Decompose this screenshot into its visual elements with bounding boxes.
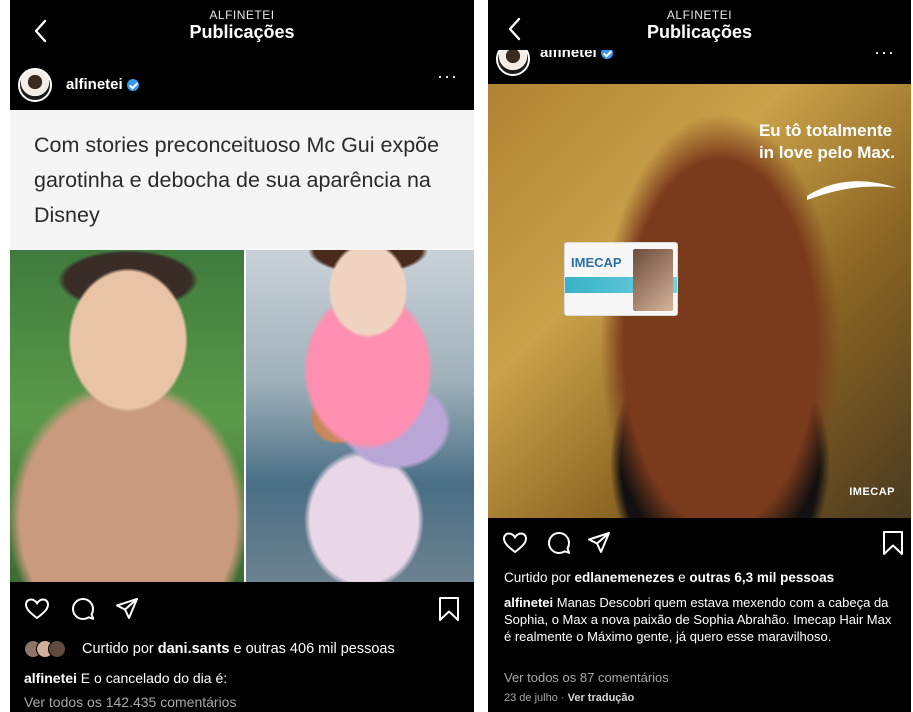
share-button[interactable] <box>586 530 612 556</box>
comment-button[interactable] <box>70 596 96 622</box>
bookmark-icon <box>883 531 903 555</box>
verified-badge-icon <box>600 50 613 60</box>
avatar[interactable] <box>18 68 52 102</box>
username[interactable]: alfinetei <box>540 50 597 61</box>
comment-button[interactable] <box>546 530 572 556</box>
post-text-card: Com stories preconceituoso Mc Gui expõe … <box>10 110 474 250</box>
product-photo <box>633 249 673 311</box>
post-photo-girl <box>246 250 474 582</box>
caption-username[interactable]: alfinetei <box>24 670 77 686</box>
likes-others[interactable]: outras 6,3 mil pessoas <box>689 570 834 585</box>
post-date: 23 de julho <box>504 692 558 704</box>
liked-by-user[interactable]: dani.sants <box>158 641 230 657</box>
likes-count[interactable]: Curtido por dani.sants e outras 406 mil … <box>82 641 395 657</box>
left-post-screen: ALFINETEI Publicações alfinetei ··· Com … <box>10 0 474 712</box>
product-name: IMECAP <box>571 255 622 270</box>
comment-icon <box>72 598 95 620</box>
meta-separator: · <box>557 692 568 704</box>
post-caption: alfinetei Manas Descobri quem estava mex… <box>504 594 902 645</box>
right-post-screen: ALFINETEI Publicações alfinetei ··· Eu t… <box>488 0 911 712</box>
post-author-row: alfinetei ··· <box>10 60 474 110</box>
verified-badge-icon <box>126 79 139 92</box>
likes-conjunction: e <box>674 570 690 585</box>
share-button[interactable] <box>114 596 140 622</box>
view-comments-link[interactable]: Ver todos os 87 comentários <box>504 670 669 685</box>
liked-by-avatars <box>24 640 74 658</box>
header: ALFINETEI Publicações <box>488 0 911 50</box>
heart-icon <box>502 532 528 554</box>
swoosh-icon <box>807 181 897 200</box>
avatar <box>48 640 66 658</box>
ad-slogan-line: in love pelo Max. <box>758 143 895 162</box>
ad-slogan: Eu tô totalmente in love pelo Max. <box>759 120 895 164</box>
like-button[interactable] <box>24 596 50 622</box>
likes-count[interactable]: Curtido por edlanemenezes e outras 6,3 m… <box>504 570 834 585</box>
view-comments-link[interactable]: Ver todos os 142.435 comentários <box>24 694 236 710</box>
share-icon <box>116 598 138 619</box>
liked-by-user[interactable]: edlanemenezes <box>575 570 675 585</box>
post-headline: Com stories preconceituoso Mc Gui expõe … <box>34 133 440 227</box>
username[interactable]: alfinetei <box>66 76 123 93</box>
like-button[interactable] <box>502 530 528 556</box>
header-title: Publicações <box>189 22 295 42</box>
header: ALFINETEI Publicações <box>10 0 474 60</box>
post-meta: 23 de julho · Ver tradução <box>504 692 634 704</box>
post-ad-image: Eu tô totalmente in love pelo Max. IMECA… <box>488 84 911 518</box>
header-subtitle: ALFINETEI <box>209 8 275 22</box>
caption-username[interactable]: alfinetei <box>504 595 553 610</box>
share-icon <box>588 532 610 553</box>
more-options-button[interactable]: ··· <box>437 66 458 87</box>
ad-slogan-line: Eu tô totalmente <box>758 121 893 140</box>
heart-icon <box>24 598 50 620</box>
post-caption: alfinetei E o cancelado do dia é: <box>24 669 466 687</box>
more-options-button[interactable]: ··· <box>874 50 895 63</box>
caption-text: Manas Descobri quem estava mexendo com a… <box>504 595 892 644</box>
avatar[interactable] <box>496 50 530 76</box>
bookmark-icon <box>439 597 459 621</box>
likes-prefix: Curtido por <box>504 570 575 585</box>
header-subtitle: ALFINETEI <box>666 8 733 22</box>
action-bar <box>10 596 474 630</box>
caption-text: E o cancelado do dia é: <box>76 670 228 686</box>
likes-prefix: Curtido por <box>82 641 158 657</box>
post-author-row: alfinetei ··· <box>488 50 911 84</box>
likes-suffix: e outras 406 mil pessoas <box>229 641 395 657</box>
save-button[interactable] <box>436 596 462 622</box>
ad-brand-logo: IMECAP <box>849 486 895 498</box>
action-bar <box>488 530 911 564</box>
save-button[interactable] <box>880 530 906 556</box>
product-package: IMECAP <box>564 242 678 316</box>
post-photo-man <box>10 250 244 582</box>
header-title: Publicações <box>646 22 753 42</box>
comment-icon <box>548 532 571 554</box>
see-translation-link[interactable]: Ver tradução <box>568 692 635 704</box>
